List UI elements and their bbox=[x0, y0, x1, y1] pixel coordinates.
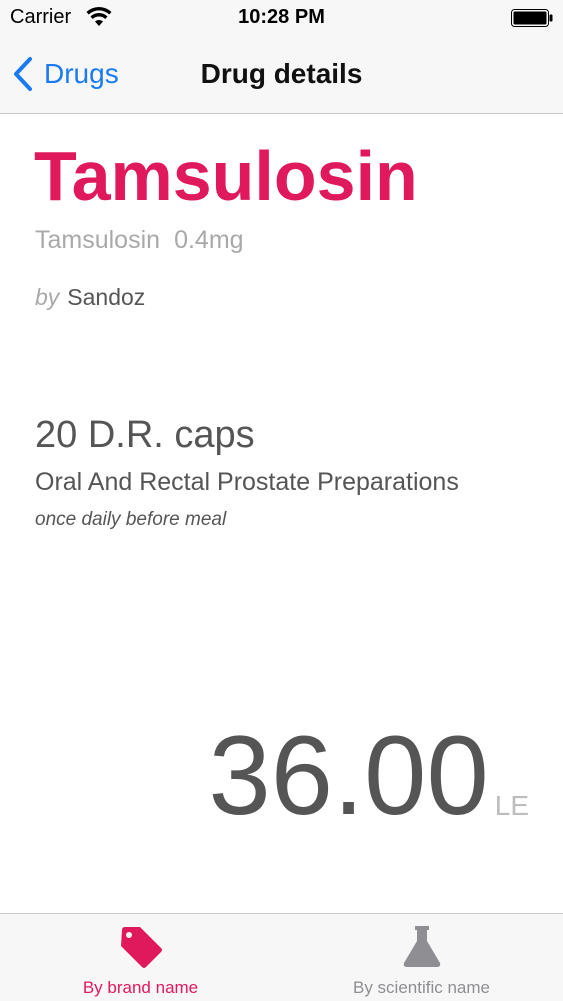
battery-icon bbox=[511, 9, 553, 27]
tag-icon bbox=[120, 927, 162, 968]
tab-label: By scientific name bbox=[353, 978, 490, 997]
manufacturer-line: by Sandoz bbox=[35, 284, 145, 311]
pack-size: 20 D.R. caps bbox=[35, 414, 255, 456]
status-time: 10:28 PM bbox=[238, 6, 325, 28]
drug-brand-name: Tamsulosin bbox=[34, 137, 418, 215]
drug-category: Oral And Rectal Prostate Preparations bbox=[35, 468, 459, 496]
scientific-name: Tamsulosin bbox=[35, 226, 161, 254]
navigation-bar: Drugs Drug details bbox=[0, 38, 563, 114]
price-currency: LE bbox=[494, 790, 529, 821]
tab-label: By brand name bbox=[82, 978, 199, 997]
tab-bar: By brand name By scientific name bbox=[0, 913, 563, 1001]
manufacturer-name: Sandoz bbox=[67, 284, 146, 310]
flask-icon bbox=[403, 926, 440, 967]
scientific-name-line: Tamsulosin 0.4mg bbox=[35, 226, 244, 255]
tab-by-scientific-name[interactable]: By scientific name bbox=[281, 914, 562, 1001]
by-label: by bbox=[35, 284, 60, 310]
tab-by-brand-name[interactable]: By brand name bbox=[0, 914, 281, 1001]
status-bar: Carrier 10:28 PM bbox=[0, 0, 563, 38]
price-value: 36.00 bbox=[208, 713, 489, 838]
dosage-instructions: once daily before meal bbox=[35, 509, 227, 530]
drug-strength: 0.4mg bbox=[174, 226, 244, 254]
page-title: Drug details bbox=[200, 58, 363, 89]
price-display: 36.00 LE bbox=[208, 720, 529, 832]
